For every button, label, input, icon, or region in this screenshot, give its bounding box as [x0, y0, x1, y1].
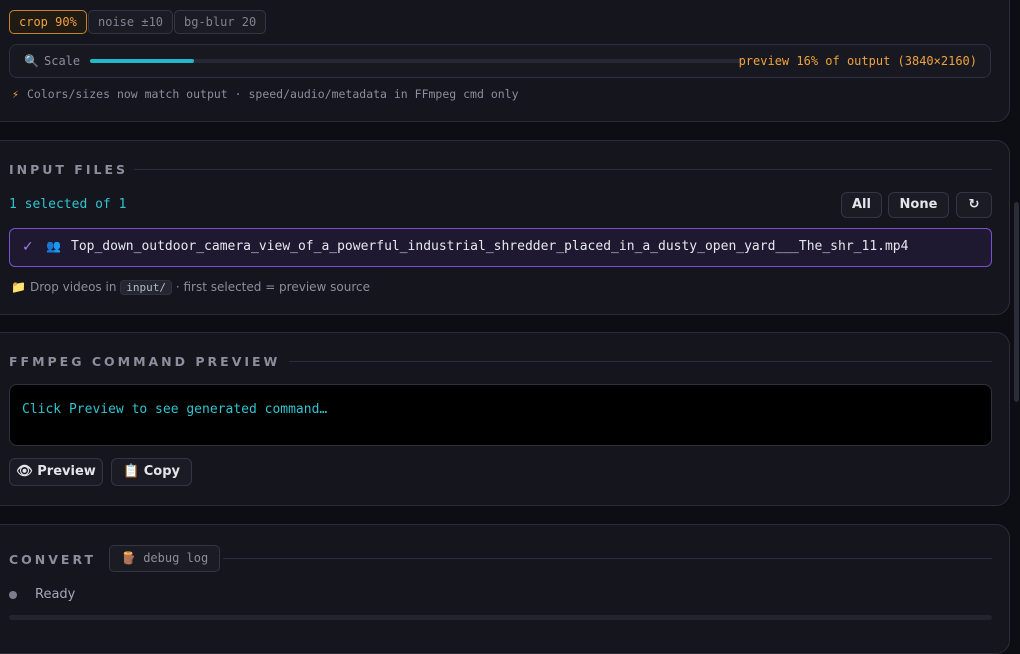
- output-settings-panel: crop 90% noise ±10 bg-blur 20 🔍 Scale pr…: [0, 0, 1010, 122]
- lightning-icon: ⚡: [12, 87, 19, 101]
- info-note-text: Colors/sizes now match output · speed/au…: [26, 87, 519, 101]
- debug-log-label: debug log: [143, 551, 209, 565]
- drop-hint-suffix: · first selected = preview source: [175, 280, 371, 294]
- status-indicator-icon: [9, 591, 17, 599]
- progress-bar: [9, 615, 992, 620]
- divider: [289, 361, 992, 362]
- status-text: Ready: [35, 587, 76, 602]
- scale-slider-fill: [90, 59, 195, 63]
- command-preview-text: Click Preview to see generated command…: [22, 402, 328, 417]
- input-path: input/: [120, 280, 172, 295]
- eye-icon: 👁: [16, 464, 33, 479]
- chip-crop[interactable]: crop 90%: [9, 10, 87, 34]
- checkmark-icon[interactable]: ✓: [22, 239, 34, 255]
- preview-button[interactable]: 👁 Preview: [9, 458, 103, 486]
- copy-button[interactable]: 📋 Copy: [111, 458, 192, 486]
- scrollbar[interactable]: [1014, 202, 1019, 402]
- chip-bg-blur[interactable]: bg-blur 20: [174, 10, 267, 34]
- clipboard-icon: 📋: [123, 464, 140, 479]
- command-preview-box[interactable]: Click Preview to see generated command…: [9, 384, 992, 446]
- info-note: ⚡ Colors/sizes now match output · speed/a…: [12, 87, 519, 101]
- divider: [134, 169, 992, 170]
- section-title-input-files: INPUT FILES: [9, 162, 128, 177]
- scale-control: 🔍 Scale preview 16% of output (3840×2160…: [9, 44, 991, 78]
- ffmpeg-preview-panel: FFMPEG COMMAND PREVIEW Click Preview to …: [0, 332, 1010, 506]
- scale-readout: preview 16% of output (3840×2160): [738, 54, 977, 68]
- chip-noise[interactable]: noise ±10: [88, 10, 174, 34]
- file-row[interactable]: ✓ 👥 Top_down_outdoor_camera_view_of_a_po…: [9, 228, 992, 267]
- drop-hint-prefix: Drop videos in: [29, 280, 117, 294]
- section-title-convert: CONVERT: [9, 552, 97, 567]
- select-none-button[interactable]: None: [888, 192, 949, 218]
- input-files-panel: INPUT FILES 1 selected of 1 All None ↻ ✓…: [0, 140, 1010, 315]
- search-icon: 🔍: [24, 54, 39, 68]
- select-all-button[interactable]: All: [841, 192, 882, 218]
- debug-log-button[interactable]: 🪵 debug log: [109, 545, 221, 572]
- drop-hint: 📁 Drop videos in input/ · first selected …: [11, 280, 371, 295]
- divider: [223, 558, 992, 559]
- log-icon: 🪵: [121, 551, 136, 565]
- section-title-ffmpeg: FFMPEG COMMAND PREVIEW: [9, 354, 281, 369]
- folder-icon: 📁: [11, 280, 26, 294]
- selection-count: 1 selected of 1: [9, 197, 127, 212]
- people-icon: 👥: [46, 239, 61, 253]
- refresh-button[interactable]: ↻: [956, 192, 992, 218]
- file-name: Top_down_outdoor_camera_view_of_a_powerf…: [71, 239, 909, 254]
- convert-panel: CONVERT 🪵 debug log Ready: [0, 524, 1010, 654]
- scale-slider[interactable]: [90, 59, 742, 63]
- scale-label: Scale: [44, 54, 81, 68]
- copy-button-label: Copy: [143, 464, 180, 479]
- preview-button-label: Preview: [37, 464, 96, 479]
